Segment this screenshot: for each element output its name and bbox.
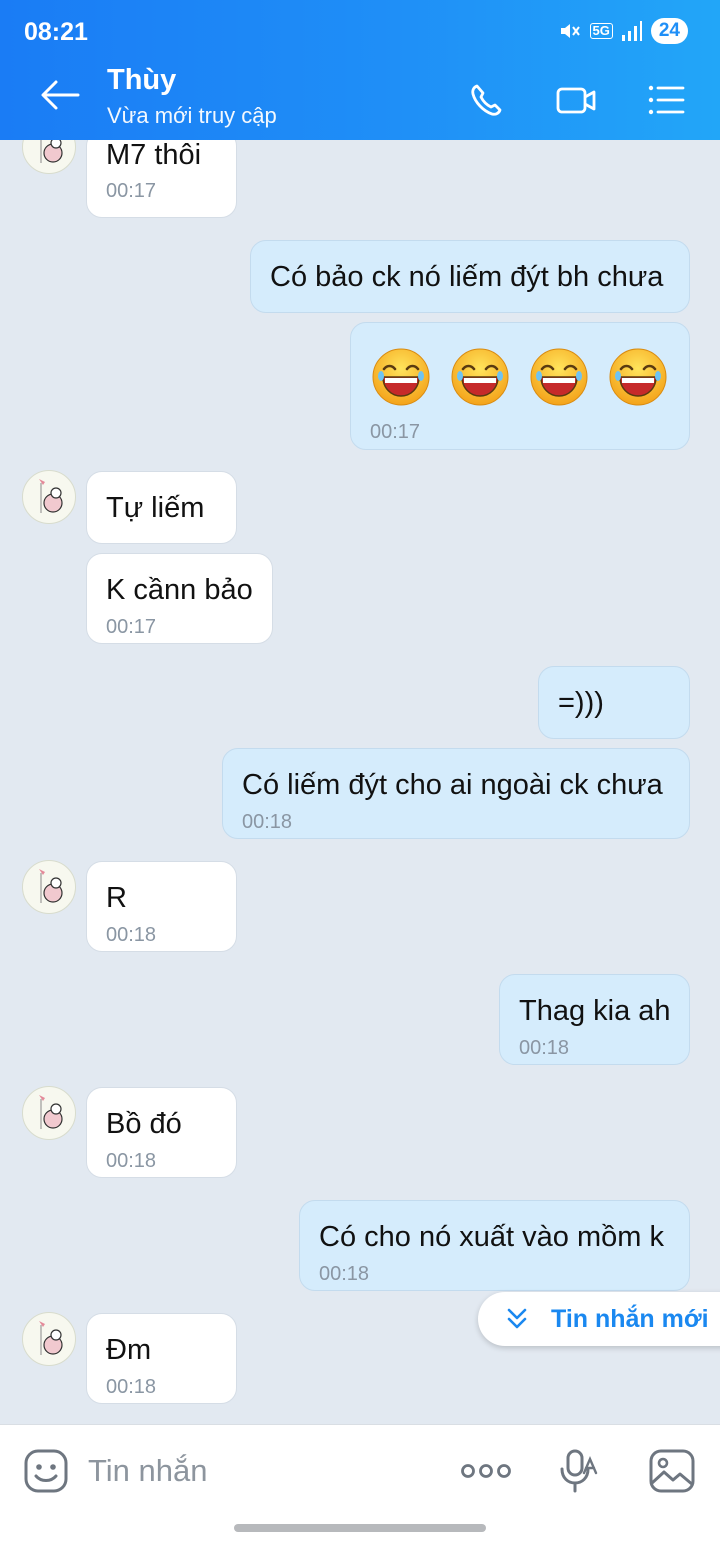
message-bubble[interactable]: Thag kia ah 00:18 [499, 974, 690, 1065]
message-time: 00:18 [242, 811, 293, 833]
message-bubble[interactable]: M7 thôi 00:17 [86, 140, 237, 218]
message-time: 00:17 [370, 421, 421, 443]
message-bubble[interactable]: =))) [538, 666, 690, 739]
new-messages-label: Tin nhắn mới [551, 1305, 709, 1333]
message-input[interactable]: Tin nhắn [88, 1453, 208, 1489]
message-list[interactable]: M7 thôi 00:17 Có bảo ck nó liếm đýt bh c… [0, 140, 720, 1424]
laughing-face-icon [372, 348, 430, 406]
avatar[interactable] [22, 1086, 76, 1140]
laughing-face-icon [530, 348, 588, 406]
more-options-icon[interactable] [460, 1447, 512, 1495]
message-text: R [106, 882, 127, 914]
message-bubble[interactable]: Có bảo ck nó liếm đýt bh chưa [250, 240, 690, 313]
status-bar: 08:21 5G 24 [24, 16, 696, 46]
message-bubble[interactable]: Đm 00:18 [86, 1313, 237, 1404]
battery-badge: 24 [650, 18, 688, 44]
message-bubble[interactable]: Bồ đó 00:18 [86, 1087, 237, 1178]
avatar[interactable] [22, 860, 76, 914]
avatar[interactable] [22, 1312, 76, 1366]
contact-status: Vừa mới truy cập [107, 103, 277, 128]
message-bubble[interactable]: Có liếm đýt cho ai ngoài ck chưa 00:18 [222, 748, 690, 839]
message-time: 00:18 [519, 1037, 570, 1059]
network-icon: 5G [589, 23, 613, 39]
message-bubble[interactable]: Có cho nó xuất vào mồm k 00:18 [299, 1200, 690, 1291]
back-arrow-icon[interactable] [40, 78, 80, 112]
message-text: Có liếm đýt cho ai ngoài ck chưa [242, 769, 663, 801]
message-text: Bồ đó [106, 1108, 182, 1140]
contact-name[interactable]: Thùy [107, 64, 176, 97]
message-text: Đm [106, 1334, 152, 1366]
voice-to-text-microphone-icon[interactable] [556, 1447, 604, 1495]
message-text: M7 thôi [106, 140, 202, 171]
message-time: 00:18 [106, 924, 157, 946]
chat-header: 08:21 5G 24 Thùy Vừa mới truy cập [0, 0, 720, 140]
message-text: K cầnn bảo [106, 574, 253, 606]
laughing-face-icon [609, 348, 667, 406]
phone-call-icon[interactable] [467, 80, 507, 120]
message-text: Thag kia ah [519, 995, 671, 1027]
new-messages-button[interactable]: Tin nhắn mới [478, 1292, 720, 1346]
message-bubble[interactable]: R 00:18 [86, 861, 237, 952]
message-bubble[interactable]: K cầnn bảo 00:17 [86, 553, 273, 644]
image-gallery-icon[interactable] [648, 1447, 696, 1495]
sticker-emoji-icon[interactable] [22, 1447, 70, 1495]
menu-list-icon[interactable] [646, 80, 686, 120]
message-text: Có cho nó xuất vào mồm k [319, 1221, 664, 1253]
mute-icon [560, 24, 580, 38]
message-time: 00:17 [106, 616, 157, 638]
double-chevron-down-icon [507, 1308, 527, 1329]
message-text: =))) [558, 687, 604, 719]
laughing-face-icon [451, 348, 509, 406]
emoji-message-bubble[interactable]: 00:17 [350, 322, 690, 450]
message-text: Tự liếm [106, 492, 205, 524]
status-time: 08:21 [24, 18, 88, 46]
message-time: 00:18 [106, 1150, 157, 1172]
message-time: 00:17 [106, 180, 157, 202]
message-text: Có bảo ck nó liếm đýt bh chưa [270, 261, 664, 293]
home-indicator[interactable] [234, 1524, 486, 1532]
message-time: 00:18 [319, 1263, 370, 1285]
video-call-icon[interactable] [556, 80, 596, 120]
message-bubble[interactable]: Tự liếm [86, 471, 237, 544]
avatar[interactable] [22, 140, 76, 174]
status-icons: 5G 24 [558, 18, 688, 44]
signal-icon [621, 21, 642, 41]
avatar[interactable] [22, 470, 76, 524]
message-time: 00:18 [106, 1376, 157, 1398]
